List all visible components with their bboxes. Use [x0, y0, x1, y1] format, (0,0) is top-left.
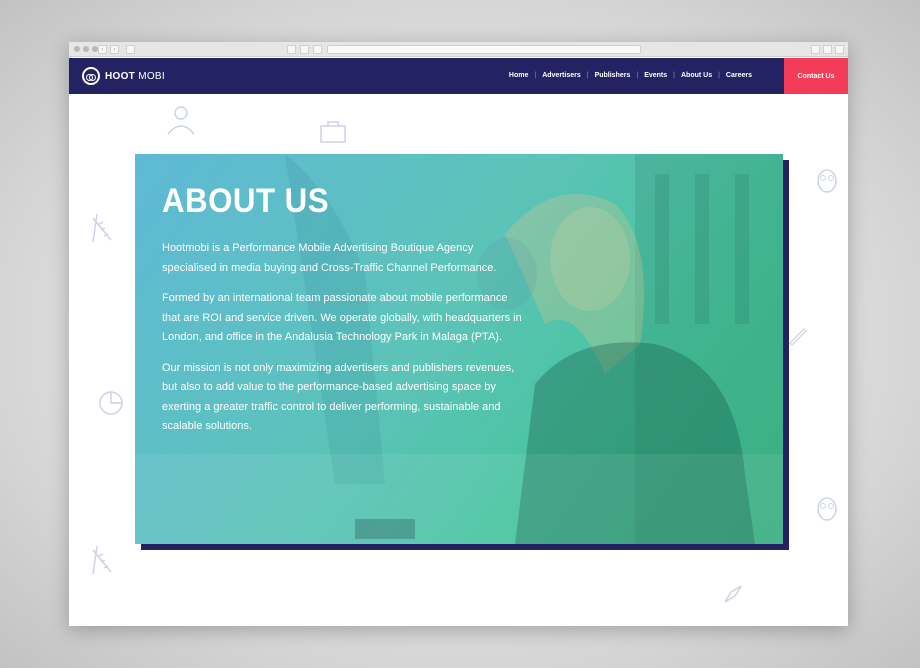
bookmark-icon[interactable]: [313, 45, 322, 54]
browser-toolbar: ‹ ›: [69, 42, 848, 57]
share-icon[interactable]: [811, 45, 820, 54]
owl-line-icon-2: [817, 497, 837, 521]
url-bar-icons: [287, 45, 322, 54]
briefcase-line-icon: [320, 121, 346, 143]
owl-logo-icon: [82, 67, 100, 85]
rocket-line-icon: [724, 585, 742, 603]
sidebar-icon[interactable]: [126, 45, 135, 54]
nav-events[interactable]: Events: [638, 72, 673, 79]
window-controls[interactable]: [74, 46, 98, 52]
about-paragraph-3: Our mission is not only maximizing adver…: [162, 361, 515, 433]
browser-window: ‹ › HOOT MOBI Home | Advertisers | Publish…: [69, 42, 848, 626]
back-icon[interactable]: ‹: [98, 45, 107, 54]
new-tab-icon[interactable]: [823, 45, 832, 54]
chart-line-icon-2: [92, 545, 112, 575]
about-content: ABOUT US Hootmobi is a Performance Mobil…: [162, 182, 522, 448]
contact-us-button[interactable]: Contact Us: [784, 58, 848, 94]
pencil-line-icon: [789, 328, 807, 346]
page-title: ABOUT US: [162, 182, 330, 220]
logo[interactable]: HOOT MOBI: [82, 67, 165, 85]
nav-home[interactable]: Home: [503, 72, 534, 79]
nav-careers[interactable]: Careers: [720, 72, 758, 79]
about-hero: ABOUT US Hootmobi is a Performance Mobil…: [135, 154, 783, 544]
about-paragraph-2: Formed by an international team passiona…: [162, 292, 522, 343]
pie-line-icon: [99, 391, 123, 415]
toolbar-right-icons: [811, 45, 844, 54]
nav-advertisers[interactable]: Advertisers: [536, 72, 587, 79]
address-bar[interactable]: [327, 45, 641, 54]
site-navbar: HOOT MOBI Home | Advertisers | Publishers |…: [69, 58, 848, 94]
chart-line-icon: [92, 213, 112, 243]
tabs-icon[interactable]: [300, 45, 309, 54]
logo-bold-text: HOOT: [105, 70, 136, 82]
owl-line-icon: [817, 169, 837, 193]
logo-light-text: MOBI: [138, 70, 165, 82]
settings-icon[interactable]: [835, 45, 844, 54]
about-paragraph-1: Hootmobi is a Performance Mobile Adverti…: [162, 242, 497, 274]
nav-publishers[interactable]: Publishers: [589, 72, 637, 79]
nav-about-us[interactable]: About Us: [675, 72, 718, 79]
main-menu: Home | Advertisers | Publishers | Events | A…: [503, 72, 758, 79]
forward-icon[interactable]: ›: [110, 45, 119, 54]
home-icon[interactable]: [287, 45, 296, 54]
user-line-icon: [167, 106, 195, 135]
